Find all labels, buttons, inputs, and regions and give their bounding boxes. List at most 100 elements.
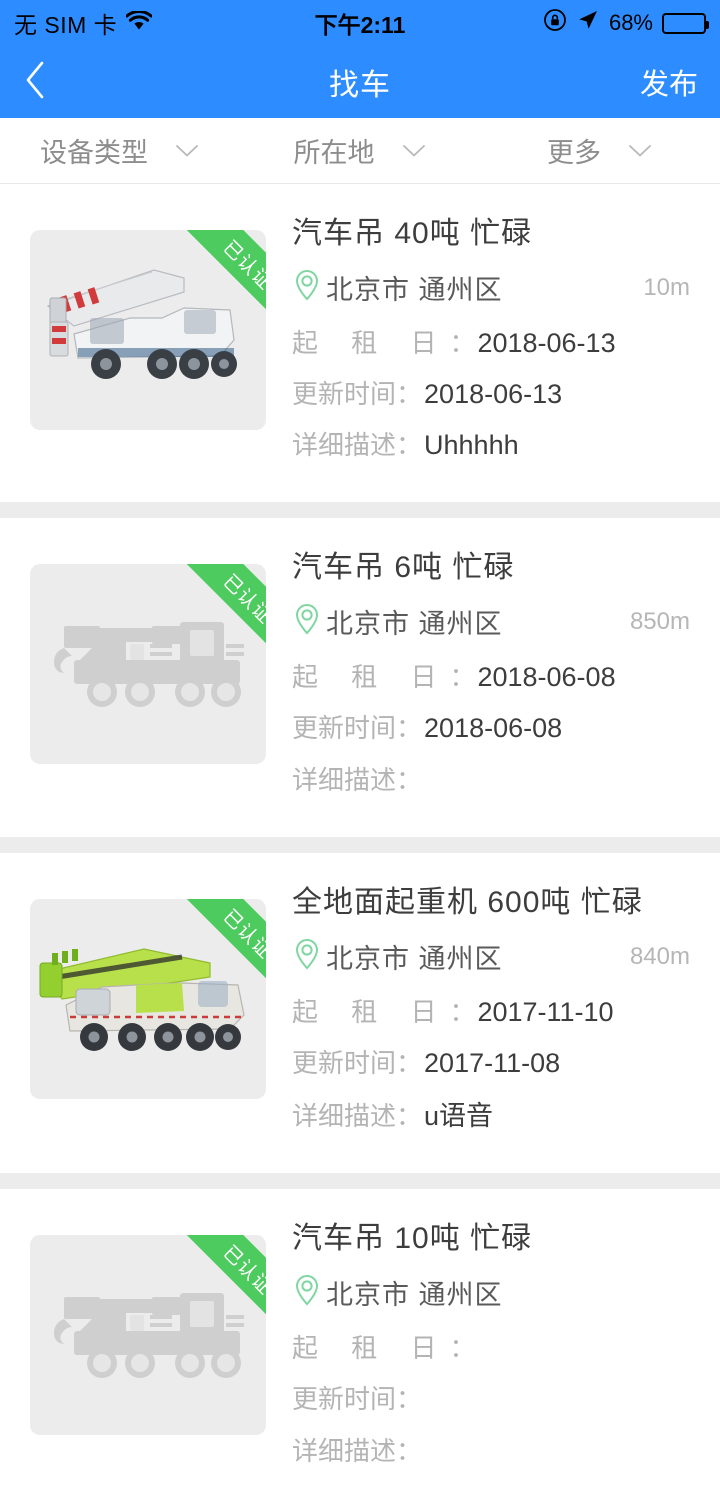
certified-ribbon: 已认证 [150, 1235, 266, 1351]
listing-thumbnail[interactable]: 已认证 [30, 564, 266, 764]
chevron-down-icon [627, 135, 653, 166]
start-date-label: 起 租 日 [292, 328, 450, 358]
listing-distance: 850m [629, 607, 690, 635]
location-pin-icon [292, 1273, 322, 1312]
location-arrow-icon [576, 8, 600, 38]
certified-ribbon: 已认证 [150, 230, 266, 346]
update-time-label: 更新时间 [292, 1384, 397, 1414]
start-date-label: 起 租 日 [292, 662, 450, 692]
field-colon: ： [396, 765, 423, 795]
location-pin-icon [292, 602, 322, 641]
filter-label: 所在地 [293, 138, 375, 168]
update-time-label: 更新时间 [292, 713, 397, 743]
start-date-label: 起 租 日 [292, 1333, 450, 1363]
chevron-left-icon [22, 59, 48, 106]
listing-description-row: 详细描述 ： Uhhhhh [292, 425, 690, 462]
filter-more[interactable]: 更多 [480, 118, 720, 183]
listing-location-row: 北京市 通州区 [292, 1273, 690, 1312]
listing-card[interactable]: 已认证 汽车吊 6吨 忙碌 北京市 通州区 850m 起 租 日 ： 2018-… [0, 518, 720, 837]
listing-card[interactable]: 已认证 汽车吊 40吨 忙碌 北京市 通州区 10m 起 租 日 ： 2018-… [0, 184, 720, 502]
listing-update-time-row: 更新时间 ： 2018-06-08 [292, 708, 690, 745]
listing-location-row: 北京市 通州区 840m [292, 937, 690, 976]
certified-badge-label: 已认证 [174, 564, 266, 673]
filter-label: 更多 [547, 138, 601, 168]
listing-description-row: 详细描述 ： u语音 [292, 1094, 690, 1133]
listing-info: 汽车吊 10吨 忙碌 北京市 通州区 起 租 日 ： 更新时间 ： 详细描述 ： [266, 1211, 690, 1482]
listing-card[interactable]: 已认证 全地面起重机 600吨 忙碌 北京市 通州区 840m 起 租 日 ： … [0, 853, 720, 1173]
listing-start-date: 2018-06-08 [477, 662, 616, 692]
listing-location: 北京市 通州区 [326, 609, 503, 639]
listing-update-time: 2017-11-08 [424, 1048, 561, 1078]
listing-thumbnail[interactable]: 已认证 [30, 1235, 266, 1435]
location-pin-icon [292, 268, 322, 307]
filter-equipment-type[interactable]: 设备类型 [0, 118, 240, 183]
listing-start-date-row: 起 租 日 ： 2017-11-10 [292, 992, 690, 1029]
field-colon: ： [396, 379, 423, 409]
filter-bar: 设备类型 所在地 更多 [0, 118, 720, 184]
field-colon: ： [449, 328, 476, 358]
wifi-icon [125, 9, 153, 37]
listing-title: 汽车吊 40吨 忙碌 [292, 217, 533, 250]
field-colon: ： [396, 1384, 423, 1414]
listing-location: 北京市 通州区 [326, 275, 503, 305]
listing-description-row: 详细描述 ： [292, 1430, 690, 1468]
listing-description: Uhhhhh [424, 430, 519, 460]
status-bar: 无 SIM 卡 下午2:11 68% [0, 0, 720, 46]
battery-percent-label: 68% [608, 10, 653, 35]
location-pin-icon [292, 937, 322, 976]
listing-start-date: 2017-11-10 [477, 997, 614, 1027]
listing-location-row: 北京市 通州区 850m [292, 602, 690, 641]
listing-start-date-row: 起 租 日 ： [292, 1328, 690, 1365]
listing-update-time-row: 更新时间 ： 2017-11-08 [292, 1043, 690, 1080]
description-label: 详细描述 [292, 1101, 397, 1131]
carrier-label: 无 SIM 卡 [14, 12, 118, 38]
listing-info: 汽车吊 6吨 忙碌 北京市 通州区 850m 起 租 日 ： 2018-06-0… [266, 540, 690, 811]
listing-start-date-row: 起 租 日 ： 2018-06-13 [292, 323, 690, 360]
filter-label: 设备类型 [40, 138, 148, 168]
back-button[interactable] [22, 59, 68, 105]
field-colon: ： [396, 1048, 423, 1078]
field-colon: ： [396, 1101, 423, 1131]
field-colon: ： [449, 1333, 476, 1363]
publish-button[interactable]: 发布 [640, 61, 698, 103]
listing-card[interactable]: 已认证 汽车吊 10吨 忙碌 北京市 通州区 起 租 日 ： 更新时间 ： 详细… [0, 1189, 720, 1508]
page-title: 找车 [329, 69, 391, 102]
listing-info: 汽车吊 40吨 忙碌 北京市 通州区 10m 起 租 日 ： 2018-06-1… [266, 206, 690, 476]
description-label: 详细描述 [292, 765, 397, 795]
listing-update-time-row: 更新时间 ： [292, 1379, 690, 1416]
listing-info: 全地面起重机 600吨 忙碌 北京市 通州区 840m 起 租 日 ： 2017… [266, 875, 690, 1147]
listing-start-date-row: 起 租 日 ： 2018-06-08 [292, 657, 690, 694]
field-colon: ： [449, 997, 476, 1027]
field-colon: ： [396, 713, 423, 743]
listing-update-time-row: 更新时间 ： 2018-06-13 [292, 374, 690, 411]
listing-thumbnail[interactable]: 已认证 [30, 230, 266, 430]
filter-location[interactable]: 所在地 [240, 118, 480, 183]
certified-badge-label: 已认证 [174, 899, 266, 1008]
listing-description-row: 详细描述 ： [292, 759, 690, 797]
field-colon: ： [449, 662, 476, 692]
description-label: 详细描述 [292, 1436, 397, 1466]
listing-thumbnail[interactable]: 已认证 [30, 899, 266, 1099]
update-time-label: 更新时间 [292, 1048, 397, 1078]
certified-badge-label: 已认证 [174, 1235, 266, 1344]
field-colon: ： [396, 430, 423, 460]
chevron-down-icon [401, 135, 427, 166]
description-label: 详细描述 [292, 430, 397, 460]
listing-distance: 10m [643, 273, 690, 301]
rotation-lock-icon [543, 8, 567, 38]
nav-bar: 找车 发布 [0, 46, 720, 118]
battery-icon [662, 12, 709, 34]
certified-badge-label: 已认证 [174, 230, 266, 339]
field-colon: ： [396, 1436, 423, 1466]
certified-ribbon: 已认证 [150, 899, 266, 1015]
listing-title: 汽车吊 6吨 忙碌 [292, 551, 515, 584]
status-bar-right: 68% [543, 8, 709, 38]
listing-location: 北京市 通州区 [326, 944, 503, 974]
listing-distance: 840m [629, 942, 690, 970]
listing-title: 汽车吊 10吨 忙碌 [292, 1222, 533, 1255]
update-time-label: 更新时间 [292, 379, 397, 409]
listing-description: u语音 [424, 1101, 494, 1131]
listing-list: 已认证 汽车吊 40吨 忙碌 北京市 通州区 10m 起 租 日 ： 2018-… [0, 184, 720, 1508]
certified-ribbon: 已认证 [150, 564, 266, 680]
listing-location-row: 北京市 通州区 10m [292, 268, 690, 307]
